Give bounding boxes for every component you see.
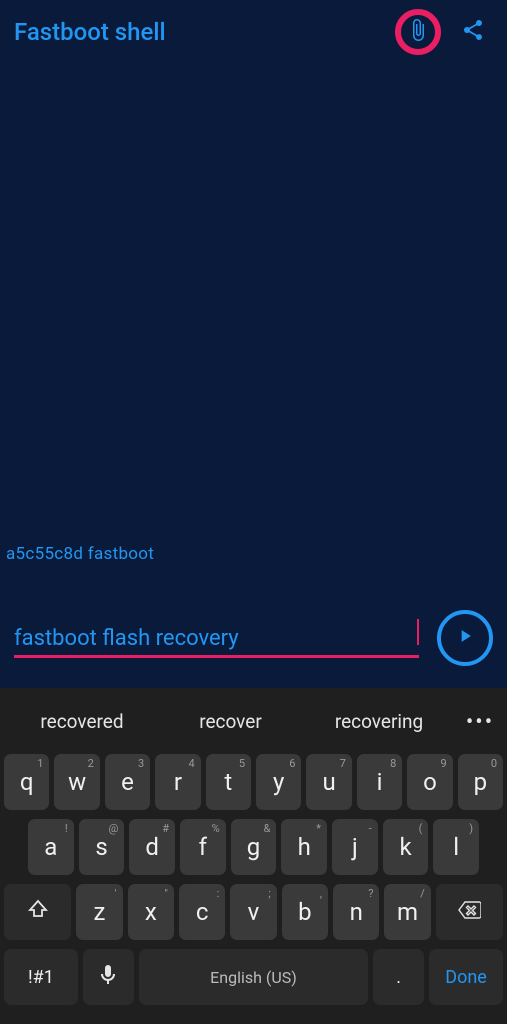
key-r[interactable]: r4 [155, 754, 200, 810]
keyboard-row-3: z'x"c:v;b,n?m/ [4, 884, 503, 940]
key-sublabel: % [212, 822, 220, 835]
key-sublabel: ' [115, 887, 117, 900]
key-sublabel: 9 [440, 757, 446, 770]
key-sublabel: 8 [390, 757, 396, 770]
keyboard-row-2: a!s@d#f%g&h*j-k(l) [4, 819, 503, 875]
voice-input-key[interactable] [83, 949, 134, 1005]
shift-key[interactable] [4, 884, 71, 940]
spacebar-key[interactable]: English (US) [139, 949, 368, 1005]
key-h[interactable]: h* [281, 819, 327, 875]
attach-button[interactable] [395, 9, 441, 55]
key-x[interactable]: x" [128, 884, 174, 940]
done-key[interactable]: Done [429, 949, 503, 1005]
key-sublabel: ( [419, 822, 423, 835]
key-t[interactable]: t5 [206, 754, 251, 810]
key-l[interactable]: l) [433, 819, 479, 875]
key-sublabel: 1 [37, 757, 43, 770]
key-sublabel: - [369, 822, 372, 835]
text-cursor [417, 619, 419, 645]
more-suggestions-button[interactable]: ••• [457, 710, 503, 735]
key-sublabel: ! [65, 822, 68, 835]
terminal-output[interactable]: a5c55c8d fastboot [0, 64, 507, 610]
key-w[interactable]: w2 [54, 754, 99, 810]
run-button[interactable] [437, 610, 493, 666]
key-sublabel: 4 [188, 757, 194, 770]
key-sublabel: / [420, 887, 425, 900]
key-s[interactable]: s@ [79, 819, 125, 875]
key-k[interactable]: k( [383, 819, 429, 875]
command-input-row: fastboot flash recovery [0, 610, 507, 688]
backspace-key[interactable] [436, 884, 503, 940]
key-v[interactable]: v; [230, 884, 276, 940]
key-f[interactable]: f% [180, 819, 226, 875]
key-q[interactable]: q1 [4, 754, 49, 810]
key-sublabel: 5 [239, 757, 245, 770]
suggestion-2[interactable]: recover [163, 700, 298, 744]
key-a[interactable]: a! [28, 819, 74, 875]
key-y[interactable]: y6 [256, 754, 301, 810]
key-sublabel: " [164, 887, 168, 900]
key-sublabel: 7 [340, 757, 346, 770]
command-text: fastboot flash recovery [14, 626, 416, 651]
suggestion-1[interactable]: recovered [7, 700, 157, 744]
key-u[interactable]: u7 [306, 754, 351, 810]
play-icon [455, 626, 475, 650]
symbols-key[interactable]: !#1 [4, 949, 78, 1005]
key-sublabel: : [217, 887, 220, 900]
key-sublabel: & [264, 822, 271, 835]
microphone-icon [96, 963, 120, 992]
suggestion-bar: recovered recover recovering ••• [0, 696, 507, 748]
key-sublabel: 3 [138, 757, 144, 770]
share-icon [461, 18, 485, 46]
key-sublabel: ) [469, 822, 473, 835]
keyboard-row-4: !#1 English (US) . Done [4, 949, 503, 1005]
key-o[interactable]: o9 [407, 754, 452, 810]
key-sublabel: # [162, 822, 169, 835]
key-j[interactable]: j- [332, 819, 378, 875]
key-sublabel: * [316, 822, 321, 835]
backspace-icon [457, 898, 481, 927]
key-c[interactable]: c: [179, 884, 225, 940]
key-z[interactable]: z' [76, 884, 122, 940]
key-d[interactable]: d# [129, 819, 175, 875]
suggestion-3[interactable]: recovering [304, 700, 454, 744]
key-g[interactable]: g& [231, 819, 277, 875]
key-i[interactable]: i8 [357, 754, 402, 810]
key-p[interactable]: p0 [458, 754, 503, 810]
command-input[interactable]: fastboot flash recovery [14, 619, 419, 658]
key-sublabel: @ [108, 822, 118, 835]
key-sublabel: 2 [88, 757, 94, 770]
paperclip-icon [406, 18, 430, 46]
period-key[interactable]: . [373, 949, 424, 1005]
key-sublabel: 6 [289, 757, 295, 770]
keyboard-rows: q1w2e3r4t5y6u7i8o9p0 a!s@d#f%g&h*j-k(l) … [0, 748, 507, 1024]
share-button[interactable] [453, 12, 493, 52]
key-sublabel: ? [368, 887, 373, 900]
soft-keyboard: recovered recover recovering ••• q1w2e3r… [0, 688, 507, 1024]
ellipsis-icon: ••• [466, 710, 494, 735]
key-sublabel: ; [268, 887, 270, 900]
device-status-line: a5c55c8d fastboot [6, 544, 501, 564]
app-header: Fastboot shell [0, 0, 507, 64]
shift-icon [26, 898, 50, 927]
keyboard-row-1: q1w2e3r4t5y6u7i8o9p0 [4, 754, 503, 810]
key-n[interactable]: n? [333, 884, 379, 940]
key-b[interactable]: b, [282, 884, 328, 940]
key-m[interactable]: m/ [384, 884, 430, 940]
key-sublabel: , [320, 887, 322, 900]
key-sublabel: 0 [491, 757, 497, 770]
app-title: Fastboot shell [14, 18, 383, 46]
key-e[interactable]: e3 [105, 754, 150, 810]
